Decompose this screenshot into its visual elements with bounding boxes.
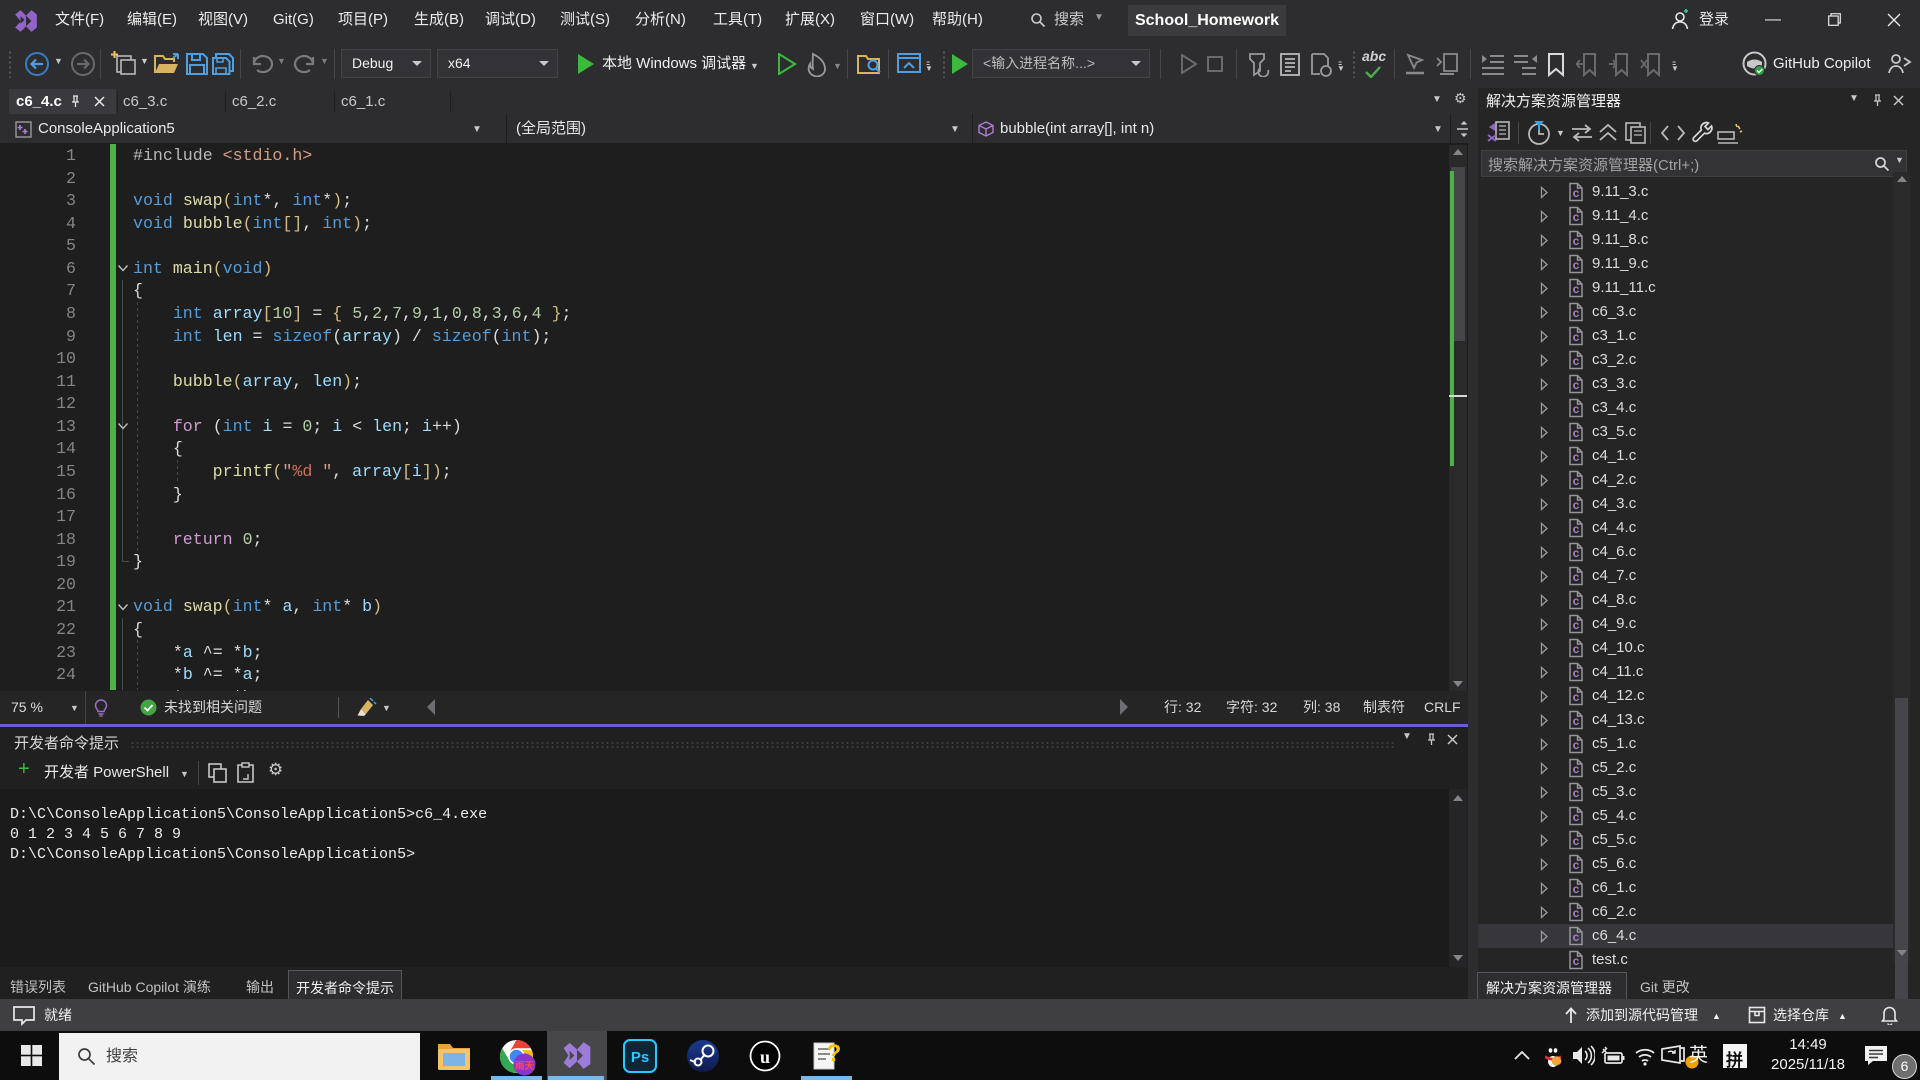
- svg-text:c: c: [1573, 186, 1580, 200]
- svg-text:c: c: [1573, 738, 1580, 752]
- svg-text:雨天: 雨天: [515, 1061, 535, 1072]
- svg-text:c: c: [1573, 306, 1580, 320]
- svg-text:c: c: [1573, 354, 1580, 368]
- svg-text:c: c: [1573, 882, 1580, 896]
- svg-text:c: c: [1573, 234, 1580, 248]
- svg-text:c: c: [1573, 810, 1580, 824]
- svg-text:c: c: [1573, 618, 1580, 632]
- svg-text:c: c: [1573, 522, 1580, 536]
- svg-text:c: c: [1573, 642, 1580, 656]
- svg-text:c: c: [1573, 402, 1580, 416]
- svg-text:c: c: [1573, 594, 1580, 608]
- svg-text:c: c: [1573, 666, 1580, 680]
- svg-text:c: c: [1573, 762, 1580, 776]
- svg-text:c: c: [1573, 450, 1580, 464]
- svg-text:u: u: [760, 1047, 770, 1067]
- svg-text:c: c: [1573, 570, 1580, 584]
- svg-text:c: c: [1573, 906, 1580, 920]
- svg-text:c: c: [1573, 426, 1580, 440]
- svg-text:c: c: [1573, 378, 1580, 392]
- svg-text:c: c: [1573, 330, 1580, 344]
- svg-text:c: c: [1573, 714, 1580, 728]
- svg-text:c: c: [1573, 258, 1580, 272]
- svg-text:c: c: [1573, 858, 1580, 872]
- svg-text:c: c: [1573, 690, 1580, 704]
- svg-text:c: c: [1573, 282, 1580, 296]
- svg-text:c: c: [1573, 210, 1580, 224]
- svg-text:c: c: [1573, 786, 1580, 800]
- svg-text:c: c: [1573, 546, 1580, 560]
- svg-text:c: c: [1573, 930, 1580, 944]
- svg-text:c: c: [1573, 954, 1580, 968]
- svg-text:c: c: [1573, 834, 1580, 848]
- svg-text:?: ?: [827, 1040, 842, 1067]
- svg-text:c: c: [1573, 474, 1580, 488]
- svg-text:Ps: Ps: [631, 1049, 649, 1066]
- svg-text:c: c: [1573, 498, 1580, 512]
